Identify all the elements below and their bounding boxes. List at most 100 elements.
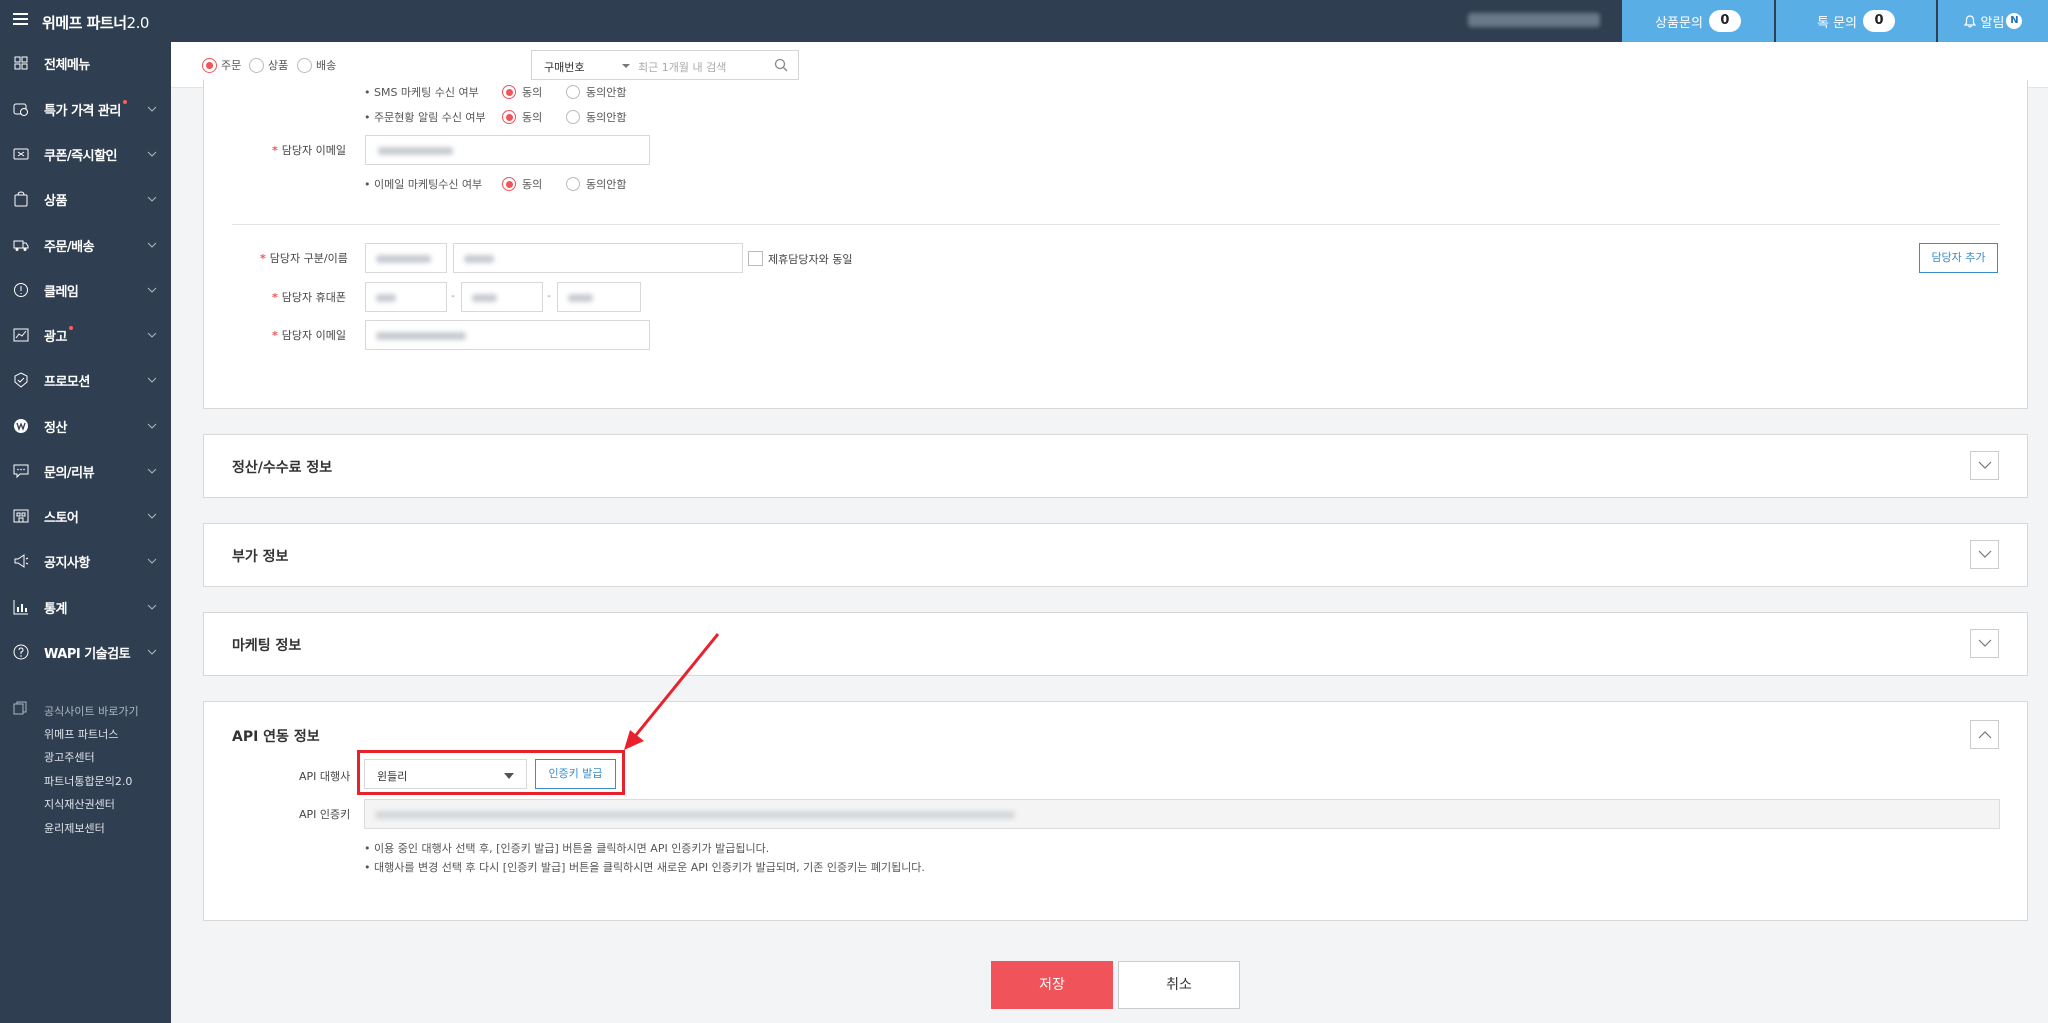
api-note-2: • 대행사를 변경 선택 후 다시 [인증키 발급] 버튼을 클릭하시면 새로운… [364,861,925,874]
megaphone-icon [14,554,29,568]
sidebar-item-order-delivery[interactable]: 주문/배송 [0,230,171,260]
sidebar-item-statistics[interactable]: 통계 [0,592,171,622]
chevron-down-icon [147,649,157,655]
save-button[interactable]: 저장 [991,961,1113,1009]
sidebar-item-claim[interactable]: 클레임 [0,275,171,305]
same-as-partner-label: 제휴담당자와 동일 [768,253,853,266]
caret-down-icon[interactable] [622,64,630,68]
cancel-button[interactable]: 취소 [1118,961,1240,1009]
truck-icon [13,240,29,251]
alert-agree-radio[interactable]: 동의 [502,109,542,125]
help-icon [13,644,29,660]
collapse-button[interactable] [1970,720,1999,749]
search-option-order[interactable]: 주문 [202,57,241,73]
search-option-delivery[interactable]: 배송 [297,57,336,73]
contact-type-label: * 담당자 구분/이름 [260,252,348,265]
won-icon [14,419,28,433]
expand-button[interactable] [1970,629,1999,658]
additional-info-section[interactable]: 부가 정보 [203,523,2028,587]
chart-icon [13,328,29,342]
chevron-down-icon [147,196,157,202]
link-advertiser-center[interactable]: 광고주센터 [44,749,95,765]
same-as-partner-checkbox[interactable] [748,251,763,266]
phone-field-1[interactable] [365,282,447,312]
settlement-section[interactable]: 정산/수수료 정보 [203,434,2028,498]
radio-unchecked[interactable] [249,57,264,73]
radio-unchecked[interactable] [297,57,312,73]
product-inquiry-button[interactable]: 상품문의 0 [1622,0,1774,42]
phone-label: * 담당자 휴대폰 [272,291,346,304]
search-icon[interactable] [774,58,788,72]
link-partner-inquiry[interactable]: 파트너통합문의2.0 [44,773,132,789]
sidebar-item-store[interactable]: 스토어 [0,501,171,531]
phone-field-2[interactable] [461,282,543,312]
link-ip-center[interactable]: 지식재산권센터 [44,796,115,812]
contact-type-select[interactable] [365,243,447,273]
sidebar-item-wapi[interactable]: WAPI 기술검토 [0,637,171,667]
alert-disagree-radio[interactable]: 동의안함 [566,109,626,125]
order-alert-label: • 주문현황 알림 수신 여부 [364,111,486,124]
chevron-down-icon [147,287,157,293]
contact-name-field[interactable] [453,243,743,273]
sidebar-item-ads[interactable]: 광고 [0,320,171,350]
sidebar-item-product[interactable]: 상품 [0,184,171,214]
price-tag-icon [13,103,28,116]
bag-icon [14,191,28,207]
promotion-icon [14,372,28,388]
api-key-field[interactable] [364,799,2000,829]
api-key-label: API 인증키 [299,808,351,821]
grid-icon [14,56,28,70]
sidebar-item-label: 쿠폰/즉시할인 [44,148,118,164]
email-agree-radio[interactable]: 동의 [502,176,542,192]
link-ethics-report[interactable]: 윤리제보센터 [44,820,105,836]
email-disagree-radio[interactable]: 동의안함 [566,176,626,192]
chevron-down-icon [1978,461,1992,469]
alarm-button[interactable]: 알림 N [1938,0,2048,42]
section-title: 마케팅 정보 [232,638,302,654]
sidebar-item-promotion[interactable]: 프로모션 [0,365,171,395]
phone-field-3[interactable] [557,282,641,312]
chat-icon [13,464,29,479]
sidebar-item-inquiry-review[interactable]: 문의/리뷰 [0,456,171,486]
hamburger-menu-icon[interactable] [13,13,28,25]
chevron-down-icon [147,468,157,474]
chevron-down-icon [147,604,157,610]
phone-dash: - [547,289,551,302]
sidebar-item-special-price[interactable]: 특가 가격 관리 [0,94,171,124]
sidebar-item-label: 클레임 [44,284,79,300]
sidebar: 전체메뉴 특가 가격 관리 쿠폰/즉시할인 상품 주문/배송 클레임 광고 프로… [0,42,171,1023]
expand-button[interactable] [1970,451,1999,480]
expand-button[interactable] [1970,540,1999,569]
sms-agree-radio[interactable]: 동의 [502,84,542,100]
email-label-2: * 담당자 이메일 [272,329,346,342]
radio-checked[interactable] [202,57,217,73]
search-input[interactable]: 최근 1개월 내 검색 [638,59,726,75]
marketing-info-section[interactable]: 마케팅 정보 [203,612,2028,676]
chevron-down-icon [1978,550,1992,558]
sms-disagree-radio[interactable]: 동의안함 [566,84,626,100]
email-field-2[interactable] [365,320,650,350]
app-logo[interactable]: 위메프 파트너2.0 [42,12,149,33]
copy-icon [13,701,27,715]
api-integration-section: API 연동 정보 API 대행사 윈들리 인증키 발급 API 인증키 • 이… [203,701,2028,921]
product-inquiry-label: 상품문의 [1655,15,1703,31]
sidebar-item-notice[interactable]: 공지사항 [0,546,171,576]
top-bar: 위메프 파트너2.0 상품문의 0 톡 문의 0 알림 N [0,0,2048,42]
link-wemakeprice-partners[interactable]: 위메프 파트너스 [44,726,118,742]
chevron-down-icon [147,513,157,519]
chevron-up-icon [1978,731,1992,739]
add-contact-button[interactable]: 담당자 추가 [1919,243,1998,273]
email-field[interactable] [365,135,650,165]
talk-inquiry-label: 톡 문의 [1816,15,1857,31]
sidebar-item-settlement[interactable]: 정산 [0,411,171,441]
talk-inquiry-count: 0 [1863,10,1895,32]
account-name-blurred[interactable] [1468,13,1600,27]
section-title: API 연동 정보 [232,729,320,745]
sidebar-item-all-menu[interactable]: 전체메뉴 [0,48,171,78]
search-type-select[interactable]: 구매번호 [544,59,584,75]
talk-inquiry-button[interactable]: 톡 문의 0 [1776,0,1936,42]
coupon-icon [13,148,29,160]
sidebar-item-coupon[interactable]: 쿠폰/즉시할인 [0,139,171,169]
contact-info-card: • SMS 마케팅 수신 여부 동의 동의안함 • 주문현황 알림 수신 여부 … [203,80,2028,409]
search-option-product[interactable]: 상품 [249,57,288,73]
